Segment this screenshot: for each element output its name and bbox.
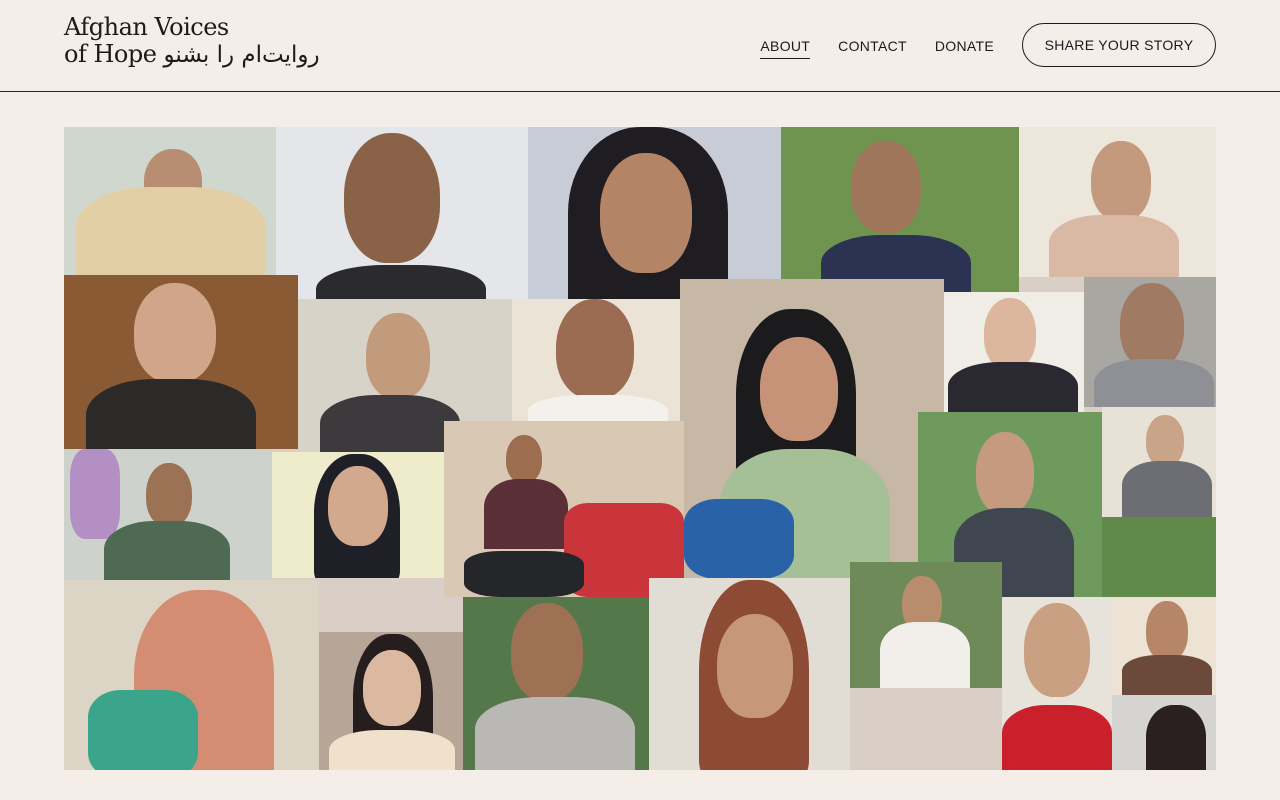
portrait-photo — [64, 580, 319, 770]
portrait-photo — [276, 127, 528, 299]
portrait-photo — [649, 578, 850, 770]
portrait-photo — [1084, 277, 1216, 407]
portrait-photo — [64, 449, 272, 580]
portrait-photo — [1019, 127, 1216, 277]
share-your-story-button[interactable]: SHARE YOUR STORY — [1022, 23, 1216, 67]
portrait-photo — [512, 299, 680, 421]
portrait-photo — [64, 127, 276, 275]
portrait-photo — [1112, 597, 1216, 695]
portrait-collage — [64, 127, 1216, 770]
portrait-photo — [463, 597, 649, 770]
nav-donate[interactable]: DONATE — [935, 32, 994, 59]
portrait-photo — [944, 292, 1084, 412]
logo-latin: of Hope — [64, 40, 157, 68]
portrait-photo — [64, 275, 298, 449]
site-logo[interactable]: Afghan Voices of Hope روایت‌ام را بشنو — [64, 14, 320, 69]
portrait-photo — [1102, 407, 1216, 517]
main-nav: ABOUT CONTACT DONATE SHARE YOUR STORY — [760, 22, 1216, 68]
portrait-photo — [272, 452, 444, 578]
logo-line-2: of Hope روایت‌ام را بشنو — [64, 41, 320, 69]
nav-contact[interactable]: CONTACT — [838, 32, 907, 59]
logo-dari: روایت‌ام را بشنو — [163, 42, 321, 68]
nav-about[interactable]: ABOUT — [760, 32, 811, 59]
portrait-photo — [850, 562, 1002, 688]
portrait-photo — [444, 421, 684, 597]
portrait-photo — [1112, 695, 1216, 770]
portrait-photo — [1002, 597, 1112, 770]
portrait-photo — [781, 127, 1019, 292]
site-header: Afghan Voices of Hope روایت‌ام را بشنو A… — [0, 0, 1280, 92]
logo-line-1: Afghan Voices — [64, 13, 229, 41]
portrait-photo — [528, 127, 781, 299]
portrait-photo — [319, 632, 463, 770]
portrait-photo — [680, 279, 944, 578]
portrait-photo — [1102, 517, 1216, 597]
